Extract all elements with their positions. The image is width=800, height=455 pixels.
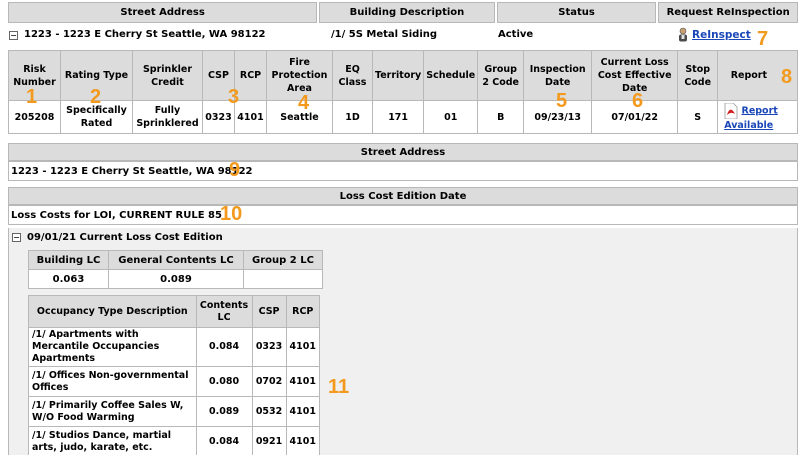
cell-rcp: 4101 — [234, 100, 267, 134]
cell-occ-rcp: 4101 — [285, 396, 321, 427]
col-group2-code: Group 2 Code — [477, 50, 525, 101]
edition-row: − 09/01/21 Current Loss Cost Edition — [8, 229, 223, 245]
col-eq-class: EQ Class — [332, 50, 373, 101]
callout-number-11: 11 — [328, 376, 350, 398]
table-row: /1/ Offices Non-governmental Offices 0.0… — [28, 366, 321, 397]
callout-number-6: 6 — [632, 90, 644, 112]
cell-contents-lc: 0.089 — [195, 396, 253, 427]
cell-contents-lc: 0.084 — [195, 426, 253, 455]
callout-number-2: 2 — [90, 86, 102, 108]
header-building-description: Building Description — [319, 2, 495, 23]
callout-number-5: 5 — [556, 90, 568, 112]
cell-occ-csp: 0323 — [251, 327, 287, 367]
cell-group2-code: B — [477, 100, 525, 134]
col-occupancy-type-description: Occupancy Type Description — [28, 295, 197, 328]
building-description: /1/ 5S Metal Siding — [331, 29, 438, 40]
callout-number-8: 8 — [781, 66, 793, 88]
col-stop-code: Stop Code — [677, 50, 719, 101]
cell-building-lc: 0.063 — [28, 269, 109, 289]
cell-general-contents-lc: 0.089 — [108, 269, 244, 289]
callout-number-1: 1 — [26, 86, 38, 108]
cell-report: Report Available — [717, 100, 798, 134]
cell-contents-lc: 0.080 — [195, 366, 253, 397]
callout-number-10: 10 — [220, 203, 243, 225]
col-sprinkler-credit: Sprinkler Credit — [132, 50, 203, 101]
col-rcp: RCP — [234, 50, 267, 101]
table-row: /1/ Studios Dance, martial arts, judo, k… — [28, 426, 321, 455]
cell-occupancy-description: /1/ Primarily Coffee Sales W, W/O Food W… — [28, 396, 197, 427]
cell-occ-csp: 0532 — [251, 396, 287, 427]
edition-collapse-toggle-icon[interactable]: − — [12, 232, 21, 242]
cell-schedule: 01 — [423, 100, 479, 134]
loss-cost-table: Building LC General Contents LC Group 2 … — [28, 250, 323, 289]
col-contents-lc: Contents LC — [195, 295, 253, 328]
cell-stop-code: S — [677, 100, 719, 134]
callout-number-9: 9 — [229, 159, 241, 181]
table-row: 205208 Specifically Rated Fully Sprinkle… — [8, 100, 798, 134]
cell-occ-csp: 0702 — [251, 366, 287, 397]
col-group2-lc: Group 2 LC — [243, 250, 323, 270]
cell-occupancy-description: /1/ Apartments with Mercantile Occupanci… — [28, 327, 197, 367]
loss-cost-edition-header: Loss Cost Edition Date — [8, 187, 798, 205]
cell-occ-rcp: 4101 — [285, 366, 321, 397]
inspector-person-icon — [679, 27, 687, 42]
col-general-contents-lc: General Contents LC — [108, 250, 244, 270]
occupancy-table: Occupancy Type Description Contents LC C… — [28, 295, 321, 455]
callout-number-4: 4 — [298, 92, 310, 114]
col-building-lc: Building LC — [28, 250, 109, 270]
cell-occupancy-description: /1/ Offices Non-governmental Offices — [28, 366, 197, 397]
header-request-reinspection: Request ReInspection — [658, 2, 798, 23]
cell-contents-lc: 0.084 — [195, 327, 253, 367]
street-address-value: 1223 - 1223 E Cherry St Seattle, WA 9812… — [8, 161, 798, 181]
top-header-bar: Street Address Building Description Stat… — [8, 2, 798, 23]
col-occ-rcp: RCP — [285, 295, 321, 328]
header-street-address: Street Address — [8, 2, 318, 23]
callout-number-3: 3 — [228, 86, 240, 108]
table-row: 0.063 0.089 — [28, 269, 323, 289]
cell-occ-rcp: 4101 — [285, 327, 321, 367]
edition-label: 09/01/21 Current Loss Cost Edition — [27, 231, 223, 243]
loss-cost-value: Loss Costs for LOI, CURRENT RULE 85 — [8, 205, 798, 225]
col-territory: Territory — [371, 50, 425, 101]
rating-details-table: Risk Number Rating Type Sprinkler Credit… — [8, 50, 798, 134]
cell-territory: 171 — [371, 100, 425, 134]
cell-occ-rcp: 4101 — [285, 426, 321, 455]
street-address-header: Street Address — [8, 143, 798, 161]
cell-sprinkler-credit: Fully Sprinklered — [132, 100, 203, 134]
cell-eq-class: 1D — [332, 100, 373, 134]
header-status: Status — [496, 2, 657, 23]
col-schedule: Schedule — [423, 50, 479, 101]
col-occ-csp: CSP — [251, 295, 287, 328]
reinspect-link[interactable]: ReInspect — [692, 29, 751, 41]
callout-number-7: 7 — [757, 28, 769, 50]
cell-group2-lc — [243, 269, 323, 289]
cell-occupancy-description: /1/ Studios Dance, martial arts, judo, k… — [28, 426, 197, 455]
cell-occ-csp: 0921 — [251, 426, 287, 455]
property-status: Active — [498, 29, 534, 40]
table-row: /1/ Primarily Coffee Sales W, W/O Food W… — [28, 396, 321, 427]
property-address: 1223 - 1223 E Cherry St Seattle, WA 9812… — [24, 29, 266, 40]
pdf-icon[interactable] — [724, 102, 738, 119]
reinspect-link-group[interactable]: ReInspect — [676, 27, 751, 43]
table-row: /1/ Apartments with Mercantile Occupanci… — [28, 327, 321, 367]
collapse-toggle-icon[interactable]: − — [9, 31, 18, 40]
